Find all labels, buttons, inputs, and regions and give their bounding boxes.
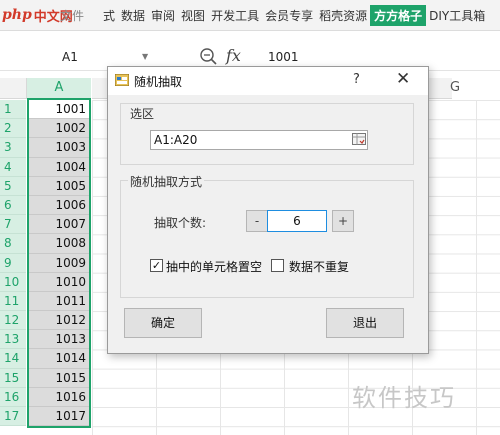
table-cell[interactable]: 1004 [29,157,89,177]
row-header[interactable]: 8 [0,234,26,254]
row-header[interactable]: 5 [0,176,26,196]
tab-diy-toolbox[interactable]: DIY工具箱 [426,7,488,24]
tab-developer[interactable]: 开发工具 [208,7,262,24]
table-cell[interactable]: 1009 [29,253,89,273]
tab-docer[interactable]: 稻壳资源 [316,7,370,24]
random-pick-dialog: 随机抽取 ? ✕ 选区 A1:A20 随机抽取方式 抽取个数: - 6 + ✓ … [107,66,429,354]
chevron-down-icon[interactable]: ▼ [142,52,148,61]
column-header-g[interactable]: G [420,78,490,98]
tab-formula[interactable]: 式 [100,7,118,24]
app-window-icon [114,73,130,87]
row-header[interactable]: 1 [0,100,26,120]
tab-data[interactable]: 数据 [118,7,148,24]
table-cell[interactable]: 1017 [29,407,89,427]
tab-view[interactable]: 视图 [178,7,208,24]
column-a-selection: 1001 1002 1003 1004 1005 1006 1007 1008 … [27,100,91,429]
table-cell[interactable]: 1012 [29,311,89,331]
table-cell[interactable]: 1001 [29,100,89,120]
exit-button[interactable]: 退出 [326,308,404,338]
table-cell[interactable]: 1003 [29,138,89,158]
clear-picked-cells-label[interactable]: 抽中的单元格置空 [166,258,262,275]
decrement-button[interactable]: - [246,210,268,232]
row-header[interactable]: 6 [0,195,26,216]
row-header[interactable]: 7 [0,215,26,235]
row-header[interactable]: 9 [0,253,26,273]
mode-group-box [120,180,414,298]
row-header[interactable]: 2 [0,119,26,139]
tab-review[interactable]: 审阅 [148,7,178,24]
close-icon[interactable]: ✕ [396,69,410,89]
row-header[interactable]: 15 [0,368,26,388]
watermark-text: 软件技巧 [352,384,456,412]
table-cell[interactable]: 1008 [29,234,89,254]
name-box-value: A1 [62,50,78,64]
range-input-value: A1:A20 [154,133,198,147]
select-all-corner[interactable] [0,78,27,99]
table-cell[interactable]: 1005 [29,176,89,196]
no-repeat-checkbox[interactable] [271,259,284,272]
row-header[interactable]: 12 [0,311,26,331]
help-icon[interactable]: ? [353,72,360,87]
table-cell[interactable]: 1011 [29,291,89,312]
tab-ffcell[interactable]: 方方格子 [370,4,427,26]
row-header[interactable]: 11 [0,291,26,312]
table-cell[interactable]: 1007 [29,215,89,235]
count-stepper-input[interactable]: 6 [267,210,327,232]
table-cell[interactable]: 1013 [29,330,89,350]
clear-picked-cells-checkbox[interactable]: ✓ [150,259,163,272]
formula-input[interactable]: 1001 [268,50,299,64]
column-header-a[interactable]: A [27,78,91,100]
table-cell[interactable]: 1016 [29,387,89,407]
row-header[interactable]: 4 [0,157,26,177]
ribbon-tabs: 式 数据 审阅 视图 开发工具 会员专享 稻壳资源 方方格子 DIY工具箱 [100,4,488,26]
row-header[interactable]: 14 [0,349,26,369]
table-cell[interactable]: 1015 [29,368,89,388]
row-header[interactable]: 17 [0,407,26,427]
file-menu[interactable]: 文件 [60,7,84,24]
row-header[interactable]: 3 [0,138,26,158]
table-cell[interactable]: 1014 [29,349,89,369]
increment-button[interactable]: + [332,210,354,232]
row-headers: 1 2 3 4 5 6 7 8 9 10 11 12 13 14 15 16 1… [0,100,26,427]
logo-php-text: php [2,7,32,23]
row-header[interactable]: 10 [0,272,26,292]
count-label: 抽取个数: [154,216,207,230]
row-header[interactable]: 16 [0,387,26,407]
range-picker-icon[interactable] [352,132,366,146]
row-header[interactable]: 13 [0,330,26,350]
range-group-label: 选区 [128,105,157,122]
table-cell[interactable]: 1006 [29,195,89,216]
mode-group-label: 随机抽取方式 [128,173,205,190]
table-cell[interactable]: 1010 [29,272,89,292]
table-cell[interactable]: 1002 [29,119,89,139]
no-repeat-label[interactable]: 数据不重复 [289,258,349,275]
ok-button[interactable]: 确定 [124,308,202,338]
fx-icon[interactable]: fx [226,46,241,65]
tab-member[interactable]: 会员专享 [262,7,316,24]
dialog-title: 随机抽取 [134,75,183,89]
